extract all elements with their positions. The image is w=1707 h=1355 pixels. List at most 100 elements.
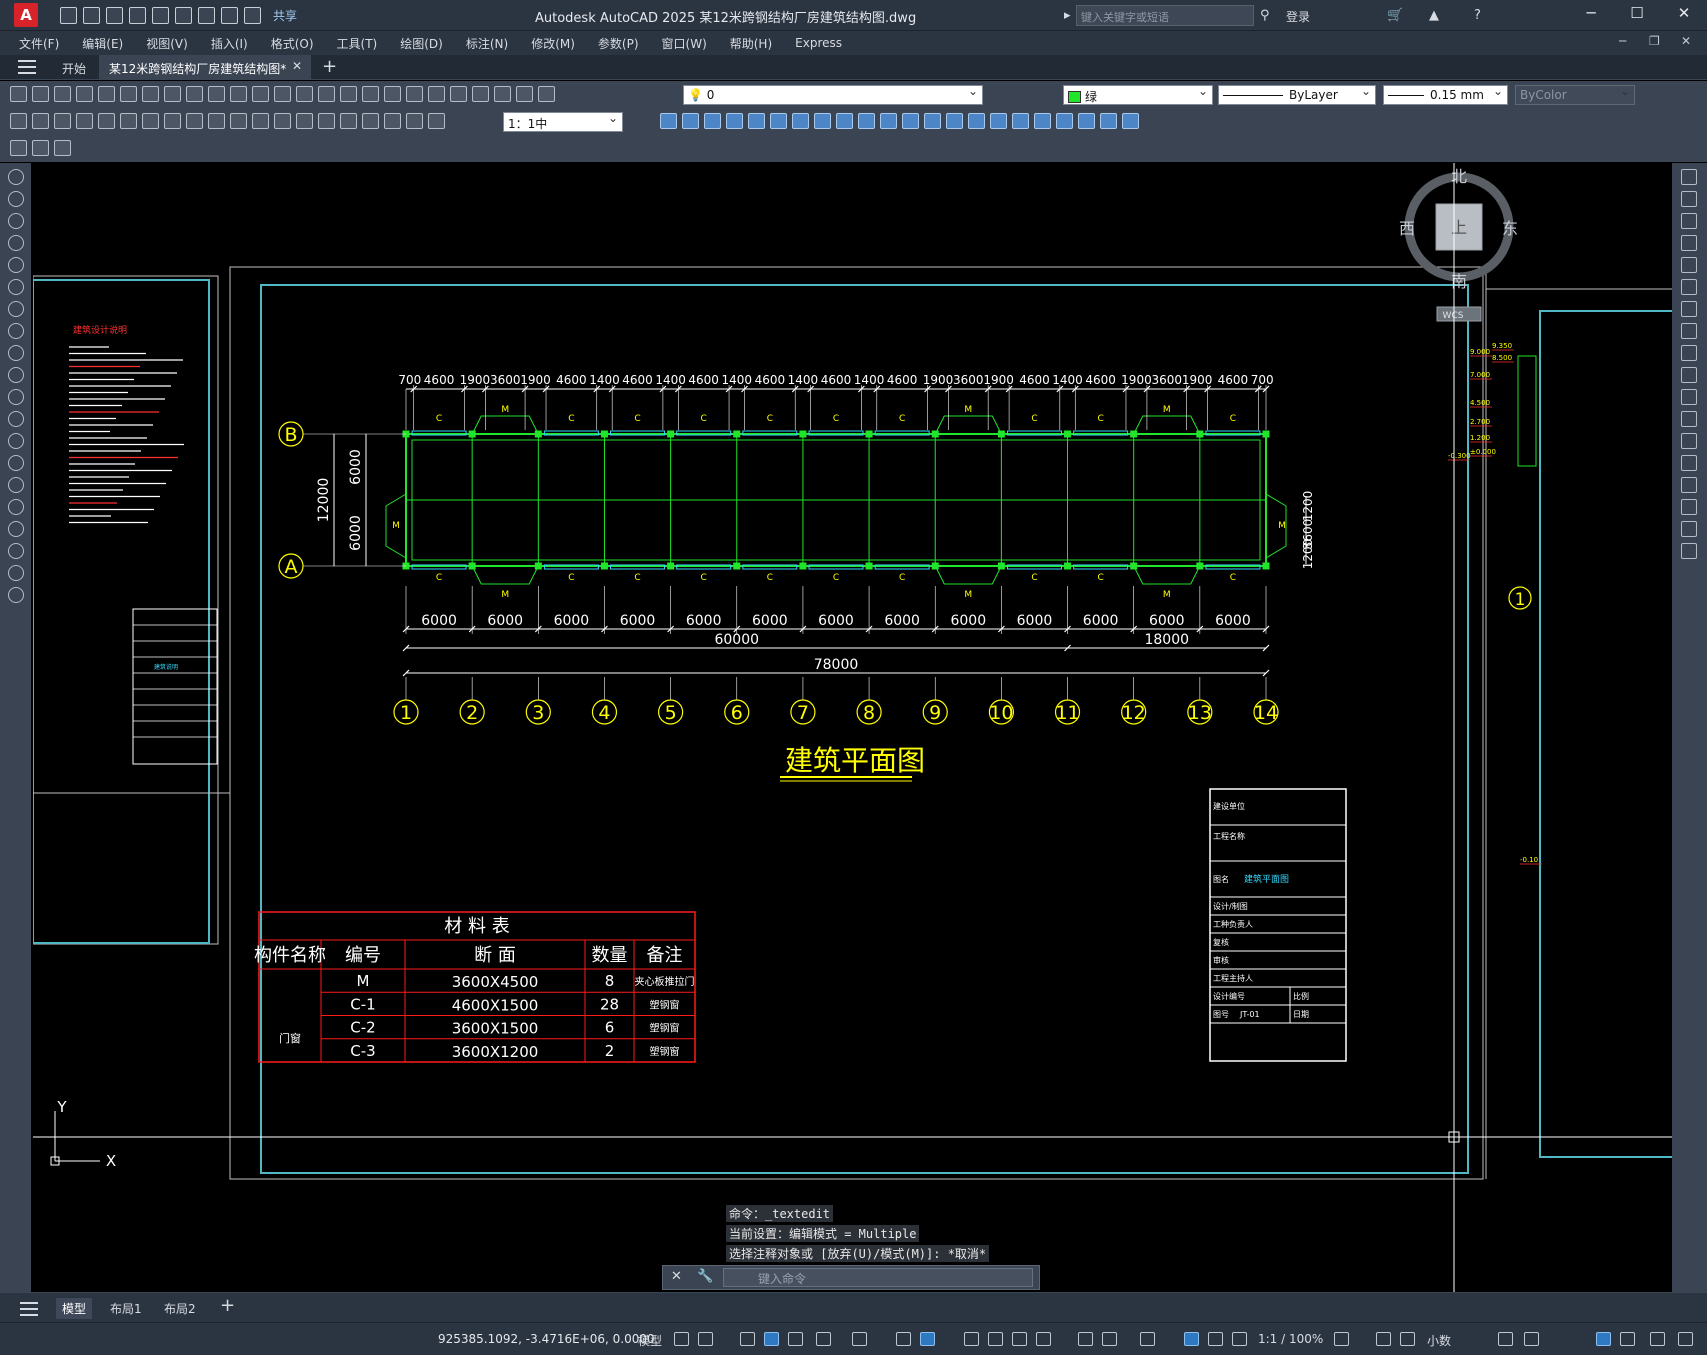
cut-icon[interactable]: [164, 86, 181, 102]
selection-cycling-icon[interactable]: [1012, 1332, 1027, 1346]
tool-palettes-icon[interactable]: [428, 86, 445, 102]
slice-icon[interactable]: [1100, 113, 1117, 129]
close-icon[interactable]: ✕: [671, 1269, 682, 1284]
sheet-set-icon[interactable]: [450, 86, 467, 102]
open-icon[interactable]: [83, 6, 100, 24]
markup-icon[interactable]: [472, 86, 489, 102]
construction-line-icon[interactable]: [8, 191, 24, 207]
region-icon[interactable]: [8, 521, 24, 537]
new-tab-icon[interactable]: +: [322, 56, 337, 77]
menu-edit[interactable]: 编辑(E): [82, 35, 123, 52]
layer-properties-icon[interactable]: [538, 86, 555, 102]
arc-icon[interactable]: [8, 279, 24, 295]
hatch-icon[interactable]: [8, 477, 24, 493]
break-icon[interactable]: [1681, 433, 1697, 449]
center-mark-icon[interactable]: [318, 113, 335, 129]
menu-file[interactable]: 文件(F): [19, 35, 59, 52]
saveas-icon[interactable]: [129, 6, 146, 24]
plot-icon[interactable]: [76, 86, 93, 102]
ellipse-arc-icon[interactable]: [8, 389, 24, 405]
plotstyle-dropdown[interactable]: ByColor: [1515, 84, 1635, 105]
tab-layout1[interactable]: 布局1: [110, 1300, 142, 1317]
annotation-scale-icon[interactable]: [1232, 1332, 1247, 1346]
move-icon[interactable]: [1681, 279, 1697, 295]
jogged-dim-icon[interactable]: [120, 113, 137, 129]
command-input[interactable]: 键入命令: [723, 1268, 1033, 1287]
fillet-icon[interactable]: [1681, 499, 1697, 515]
hamburger-menu-icon[interactable]: [18, 60, 36, 74]
autodesk-icon[interactable]: ▲: [1429, 8, 1439, 23]
maximize-button[interactable]: ☐: [1617, 4, 1657, 26]
paste-icon[interactable]: [208, 86, 225, 102]
tab-start[interactable]: 开始: [62, 60, 86, 77]
lock-ui-icon[interactable]: [1524, 1332, 1539, 1346]
ordinate-dim-icon[interactable]: [76, 113, 93, 129]
viewcube[interactable]: 上 北南 东 西 WCS: [1399, 167, 1518, 322]
union-icon[interactable]: [660, 113, 677, 129]
offset-faces-icon[interactable]: [770, 113, 787, 129]
layout-menu-icon[interactable]: [20, 1302, 38, 1316]
doc-close-button[interactable]: ✕: [1681, 34, 1691, 48]
plot-preview-icon[interactable]: [98, 86, 115, 102]
autocad-logo-icon[interactable]: A: [14, 3, 38, 27]
save-icon[interactable]: [54, 86, 71, 102]
3d-print-icon[interactable]: [142, 86, 159, 102]
tab-document[interactable]: 某12米跨钢结构厂房建筑结构图*: [99, 55, 311, 80]
offset-icon[interactable]: [1681, 235, 1697, 251]
rotate-icon[interactable]: [1681, 301, 1697, 317]
color-faces-icon[interactable]: [880, 113, 897, 129]
dim-space-icon[interactable]: [252, 113, 269, 129]
new-icon[interactable]: [60, 6, 77, 24]
dim-update-icon[interactable]: [428, 113, 445, 129]
zoom-window-icon[interactable]: [340, 86, 357, 102]
isometric-icon[interactable]: [852, 1332, 867, 1346]
plot-icon[interactable]: [198, 6, 215, 24]
shell-icon[interactable]: [1012, 113, 1029, 129]
delete-faces-icon[interactable]: [792, 113, 809, 129]
tab-model[interactable]: 模型: [56, 1298, 93, 1319]
arc-length-dim-icon[interactable]: [54, 113, 71, 129]
break-at-point-icon[interactable]: [1681, 411, 1697, 427]
jogged-linear-icon[interactable]: [362, 113, 379, 129]
extrude-faces-icon[interactable]: [726, 113, 743, 129]
extend-icon[interactable]: [1681, 389, 1697, 405]
design-center-icon[interactable]: [406, 86, 423, 102]
stretch-icon[interactable]: [1681, 345, 1697, 361]
model-space-button[interactable]: 模型: [638, 1332, 662, 1349]
expand-arrow-icon[interactable]: ▸: [1064, 8, 1071, 23]
radius-dim-icon[interactable]: [98, 113, 115, 129]
copy-icon[interactable]: [186, 86, 203, 102]
drawing-svg[interactable]: 建筑设计说明建筑说明 C C M M C C C C C C C C C C C C M M C C C C M M C C M M 7…: [33, 163, 1672, 1292]
new-icon[interactable]: [10, 86, 27, 102]
point-icon[interactable]: [8, 455, 24, 471]
lineweight-icon[interactable]: [964, 1332, 979, 1346]
menu-insert[interactable]: 插入(I): [211, 35, 248, 52]
tab-layout2[interactable]: 布局2: [164, 1300, 196, 1317]
explode-icon[interactable]: [1681, 543, 1697, 559]
pan-icon[interactable]: [296, 86, 313, 102]
wrench-icon[interactable]: 🔧: [697, 1269, 713, 1284]
redo-icon[interactable]: [274, 86, 291, 102]
table-icon[interactable]: [8, 543, 24, 559]
linear-dim-icon[interactable]: [10, 113, 27, 129]
transparency-icon[interactable]: [988, 1332, 1003, 1346]
object-snap-tracking-icon[interactable]: [896, 1332, 911, 1346]
mirror-icon[interactable]: [1681, 213, 1697, 229]
new-layout-icon[interactable]: +: [220, 1295, 235, 1316]
infer-constraints-icon[interactable]: [740, 1332, 755, 1346]
menu-help[interactable]: 帮助(H): [730, 35, 772, 52]
annotation-visibility-icon[interactable]: [1184, 1332, 1199, 1346]
check-icon[interactable]: [1034, 113, 1051, 129]
menu-format[interactable]: 格式(O): [271, 35, 314, 52]
close-button[interactable]: ✕: [1664, 4, 1704, 26]
match-properties-icon[interactable]: [230, 86, 247, 102]
tab-close-icon[interactable]: ✕: [292, 59, 302, 73]
auto-scale-icon[interactable]: [1208, 1332, 1223, 1346]
open-web-icon[interactable]: [152, 6, 169, 24]
minimize-button[interactable]: ─: [1571, 4, 1611, 26]
undo-icon[interactable]: [221, 6, 238, 24]
array-icon[interactable]: [1681, 257, 1697, 273]
3d-osnap-icon[interactable]: [1036, 1332, 1051, 1346]
doc-minimize-button[interactable]: ─: [1619, 34, 1626, 48]
edit-block-icon[interactable]: [10, 140, 27, 156]
